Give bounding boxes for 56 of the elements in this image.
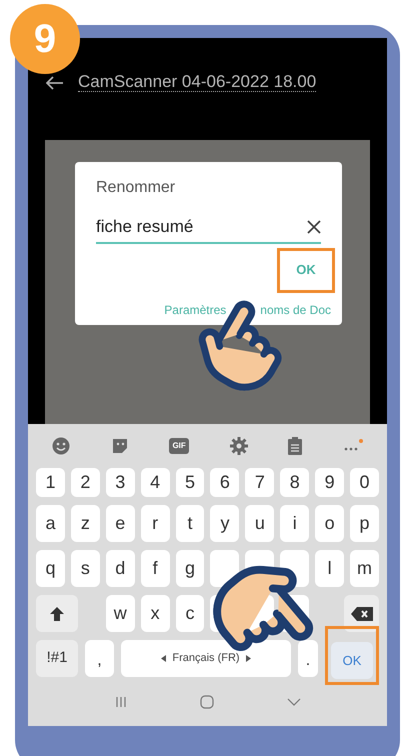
document-title[interactable]: CamScanner 04-06-2022 18.00 [78,73,316,92]
keyboard-key[interactable]: 6 [210,468,240,497]
keyboard-key[interactable]: q [36,550,65,587]
period-key[interactable]: . [298,640,318,677]
keyboard-key[interactable]: w [106,595,135,632]
left-triangle-icon [161,655,166,662]
step-badge: 9 [10,4,80,74]
sticker-icon[interactable] [110,437,129,455]
keyboard-key[interactable]: e [106,505,135,542]
clipboard-icon[interactable] [288,437,302,455]
keyboard-key[interactable]: 7 [245,468,274,497]
keyboard-key[interactable]: p [350,505,379,542]
keyboard-key[interactable]: d [106,550,135,587]
backspace-key[interactable] [344,595,379,632]
clear-icon[interactable] [307,220,321,234]
right-triangle-icon [246,655,251,662]
keyboard-key[interactable]: l [315,550,344,587]
symbols-key[interactable]: !#1 [36,640,78,677]
keyboard-key[interactable]: u [245,505,274,542]
more-icon[interactable] [342,439,363,453]
space-bar[interactable]: Français (FR) [121,640,291,677]
chevron-down-icon[interactable] [286,698,300,706]
keyboard-key[interactable]: m [350,550,379,587]
name-input-field[interactable]: fiche resumé [96,214,321,244]
recent-apps-icon[interactable] [114,696,126,708]
backspace-icon [350,606,373,620]
keyboard-key[interactable]: r [140,505,170,542]
keyboard-key[interactable]: y [210,505,240,542]
keyboard-key[interactable]: 0 [350,468,379,497]
gif-button[interactable]: GIF [169,438,189,454]
keyboard-key[interactable]: g [176,550,204,587]
keyboard-key[interactable]: 3 [106,468,135,497]
keyboard-key[interactable]: t [176,505,204,542]
shift-arrow-icon [49,606,65,622]
language-label: Français (FR) [172,651,240,666]
keyboard-key[interactable]: c [176,595,204,632]
keyboard-key[interactable]: 9 [315,468,344,497]
shift-key[interactable] [36,595,78,632]
keyboard-key[interactable]: 1 [36,468,65,497]
back-arrow-icon[interactable] [46,76,64,90]
keyboard-key[interactable]: o [315,505,344,542]
keyboard-key[interactable]: 5 [176,468,204,497]
keyboard-key[interactable]: x [140,595,170,632]
keyboard-key[interactable]: s [70,550,100,587]
keyboard-key[interactable]: 4 [140,468,170,497]
home-icon[interactable] [200,694,214,708]
keyboard-key[interactable]: i [280,505,310,542]
comma-key[interactable]: , [85,640,114,677]
keyboard-key[interactable]: a [36,505,65,542]
keyboard-key[interactable]: z [70,505,100,542]
dialog-title: Renommer [96,178,176,198]
keyboard-key[interactable]: f [140,550,170,587]
smiley-icon[interactable] [52,437,70,455]
keyboard-key[interactable]: 2 [70,468,100,497]
keyboard-key[interactable]: 8 [280,468,310,497]
settings-icon[interactable] [230,437,248,455]
